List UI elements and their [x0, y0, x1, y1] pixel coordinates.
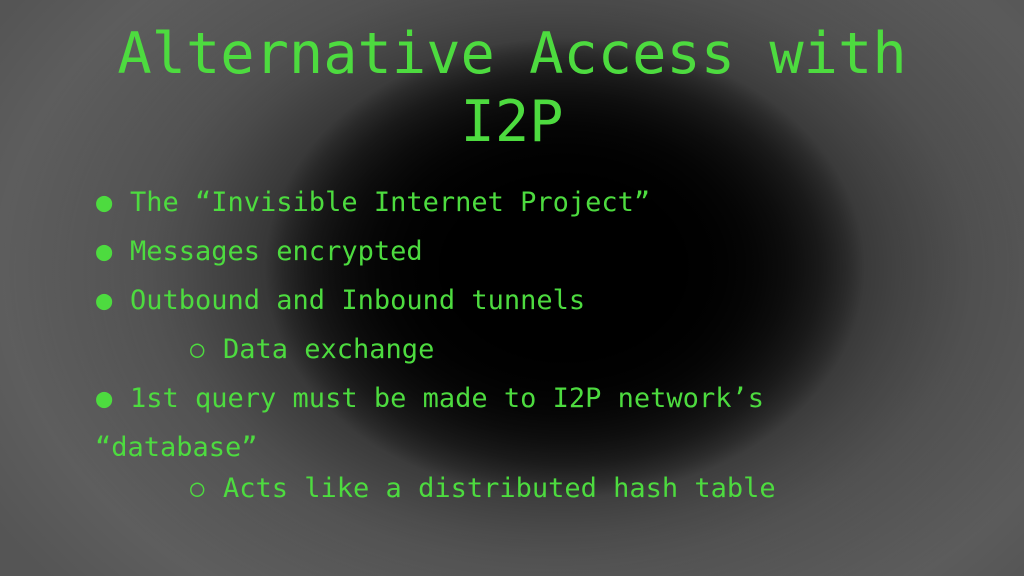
bullet-continuation-database: “database” — [0, 423, 1024, 464]
sub-bullet-marker-icon: ○ — [190, 474, 205, 502]
bullet-text: 1st query must be made to I2P network’s — [130, 383, 764, 414]
bullet-item-outbound-inbound-tunnels: ● Outbound and Inbound tunnels — [0, 276, 1024, 325]
slide-title: Alternative Access with I2P — [117, 21, 907, 155]
sub-bullet-text: Data exchange — [223, 334, 435, 365]
sub-bullet-marker-icon: ○ — [190, 335, 205, 363]
slide-content: Alternative Access with I2P ● The “Invis… — [0, 0, 1024, 576]
bullet-item-first-query-i2p-network: ● 1st query must be made to I2P network’… — [0, 374, 1024, 423]
bullet-item-messages-encrypted: ● Messages encrypted — [0, 227, 1024, 276]
bullet-item-invisible-internet-project: ● The “Invisible Internet Project” — [0, 178, 1024, 227]
sub-bullet-item-data-exchange: ○ Data exchange — [0, 325, 1024, 374]
sub-bullet-item-distributed-hash-table: ○ Acts like a distributed hash table — [0, 464, 1024, 513]
bullet-marker-icon: ● — [96, 285, 113, 316]
bullet-marker-icon: ● — [96, 236, 113, 267]
bullet-text: Messages encrypted — [130, 236, 423, 267]
sub-bullet-text: Acts like a distributed hash table — [223, 473, 776, 504]
bullet-marker-icon: ● — [96, 383, 113, 414]
bullet-continuation-text: “database” — [95, 432, 258, 463]
slide-bullet-list: ● The “Invisible Internet Project” ● Mes… — [0, 178, 1024, 513]
bullet-text: Outbound and Inbound tunnels — [130, 285, 586, 316]
bullet-marker-icon: ● — [96, 187, 113, 218]
presentation-slide: Alternative Access with I2P ● The “Invis… — [0, 0, 1024, 576]
bullet-text: The “Invisible Internet Project” — [130, 187, 651, 218]
